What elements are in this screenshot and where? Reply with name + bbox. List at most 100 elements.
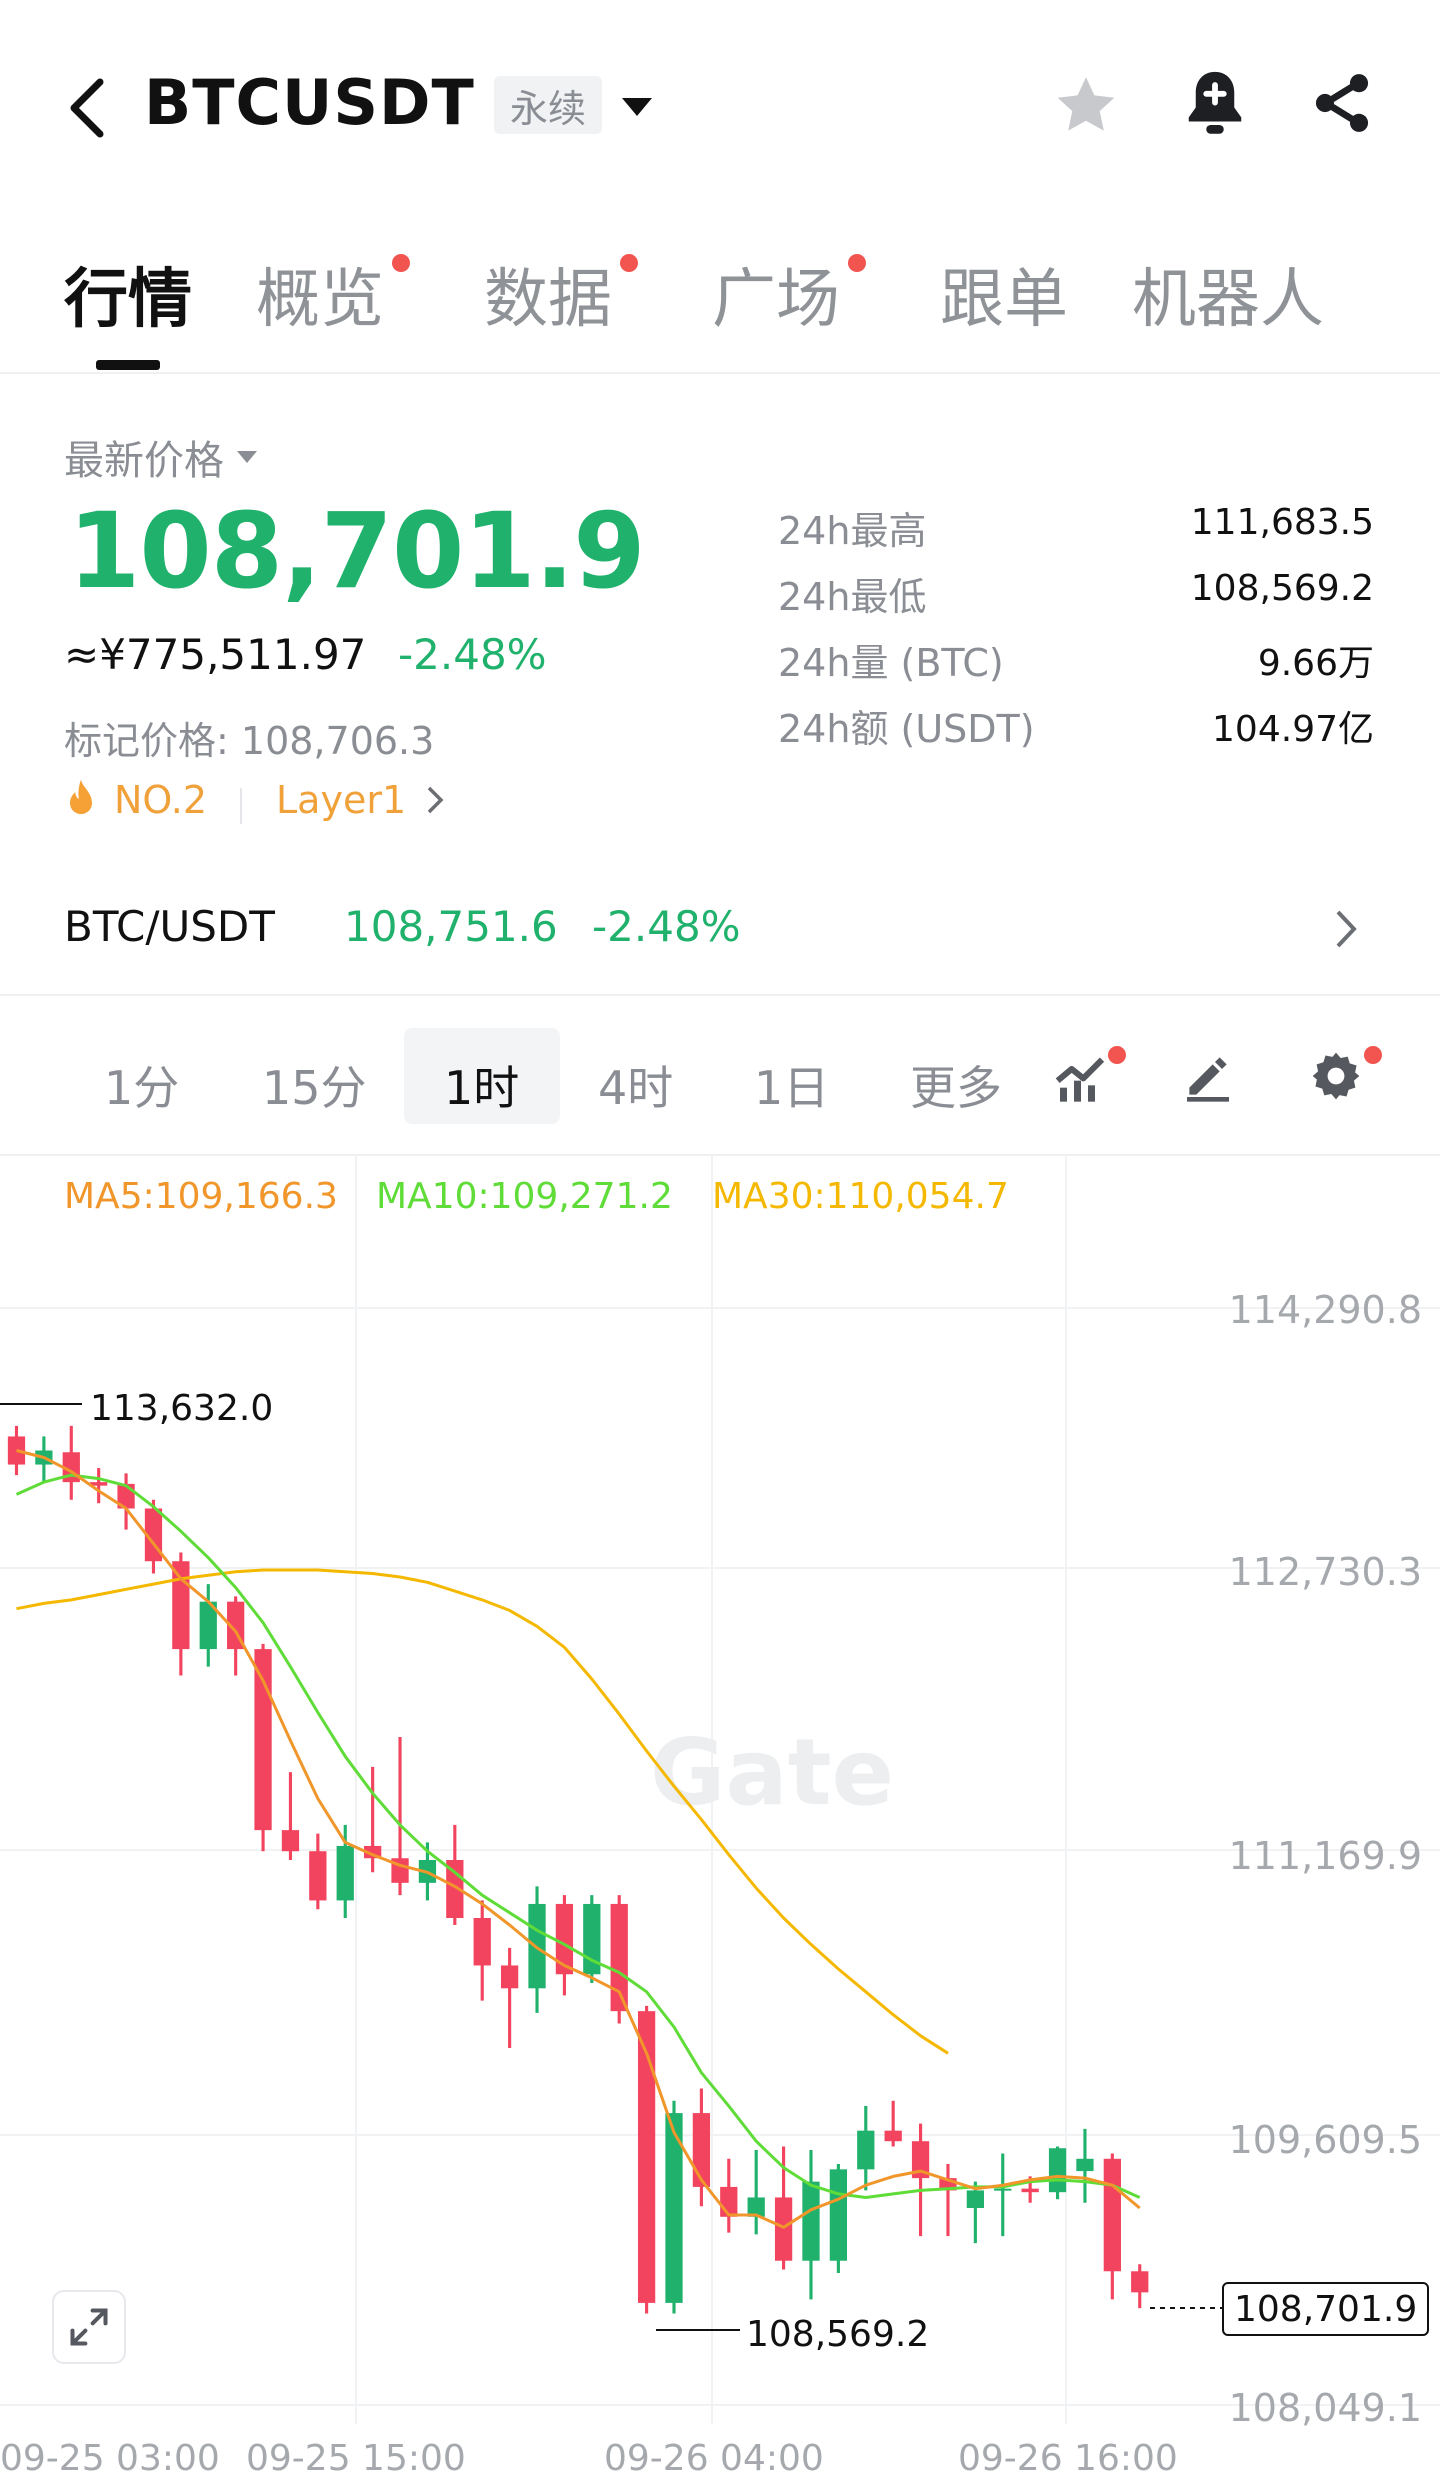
spot-price: 108,751.6: [344, 902, 558, 951]
candle-body: [1048, 2148, 1067, 2193]
mark-price-row: 标记价格: 108,706.3: [64, 710, 434, 765]
stat-24h-low-value: 108,569.2: [1190, 568, 1374, 609]
y-tick-label: 108,049.1: [1228, 2386, 1422, 2430]
stat-24h-turnover-value: 104.97亿: [1212, 709, 1374, 750]
y-tick-label: 109,609.5: [1228, 2118, 1422, 2162]
candle-body: [720, 2186, 738, 2217]
last-price: 108,701.9: [68, 490, 646, 612]
fullscreen-button[interactable]: [52, 2290, 126, 2364]
contract-type-badge[interactable]: 永续: [494, 76, 603, 134]
chevron-right-icon: [1336, 910, 1357, 948]
cny-price: ≈¥775,511.97: [64, 630, 367, 679]
stat-24h-volume-label: 24h量 (BTC): [778, 641, 1004, 685]
tabs-divider: [0, 372, 1440, 374]
price-change: -2.48%: [398, 630, 547, 679]
candle-body: [884, 2130, 902, 2142]
candle-body: [309, 1851, 327, 1901]
spot-pair-label: BTC/USDT: [64, 902, 275, 951]
drawing-tool-button[interactable]: [1180, 1048, 1236, 1108]
mark-price-label: 标记价格:: [64, 719, 229, 763]
tab-label: 广场: [712, 263, 840, 337]
last-price-box-value: 108,701.9: [1234, 2288, 1418, 2330]
candle-body: [336, 1845, 354, 1901]
category-tag[interactable]: Layer1: [276, 778, 444, 822]
notification-dot: [848, 254, 866, 272]
y-tick-label: 114,290.8: [1228, 1288, 1422, 1332]
spot-pair-row[interactable]: BTC/USDT 108,751.6 -2.48%: [0, 880, 1440, 984]
tag-divider: [240, 788, 242, 824]
caret-down-icon: [237, 451, 257, 463]
notification-dot: [392, 254, 410, 272]
candle-body: [857, 2130, 875, 2170]
expand-icon: [70, 2308, 108, 2346]
favorite-star-icon[interactable]: [1050, 70, 1122, 144]
contract-type-label: 永续: [510, 86, 587, 131]
chart-settings-button[interactable]: [1308, 1048, 1364, 1108]
back-button[interactable]: [62, 76, 114, 140]
candle-body: [1076, 2158, 1094, 2172]
tab-label: 数据: [484, 263, 612, 337]
tab-active-indicator: [96, 360, 160, 370]
candle-body: [500, 1965, 519, 1989]
indicators-button[interactable]: [1052, 1048, 1110, 1108]
x-tick-label: 09-26 16:00: [958, 2438, 1178, 2479]
stat-24h-high-value: 111,683.5: [1190, 502, 1374, 543]
candle-body: [281, 1830, 300, 1852]
gear-icon: [1312, 1052, 1360, 1100]
latest-price-label[interactable]: 最新价格: [64, 428, 258, 486]
stat-24h-volume-value: 9.66万: [1257, 643, 1374, 684]
x-tick-label: 09-25 15:00: [246, 2438, 466, 2479]
last-price-box: 108,701.9: [1222, 2282, 1430, 2336]
candle-body: [966, 2190, 984, 2208]
tab-label: 机器人: [1132, 263, 1324, 337]
chevron-right-icon: [427, 786, 444, 814]
interval-1h[interactable]: 1时: [444, 1052, 519, 1118]
stat-24h-turnover-label: 24h额 (USDT): [778, 707, 1035, 751]
tab-label: 概览: [256, 263, 384, 337]
low-marker-label: 108,569.2: [746, 2314, 930, 2355]
candle-body: [1021, 2188, 1039, 2193]
interval-15m[interactable]: 15分: [262, 1052, 367, 1118]
tab-label: 行情: [64, 263, 192, 337]
notification-dot: [1108, 1046, 1126, 1064]
candle-body: [473, 1918, 491, 1966]
interval-1m[interactable]: 1分: [104, 1052, 179, 1118]
interval-more[interactable]: 更多: [910, 1052, 1002, 1118]
interval-1d[interactable]: 1日: [754, 1052, 829, 1118]
candlestick-chart[interactable]: Gate: [0, 1154, 1440, 2444]
share-icon[interactable]: [1308, 68, 1376, 142]
candle-body: [1103, 2158, 1121, 2272]
interval-4h[interactable]: 4时: [598, 1052, 673, 1118]
candle-body: [994, 2188, 1012, 2191]
candle-body: [774, 2197, 793, 2261]
candle-body: [254, 1649, 272, 1831]
section-divider: [0, 994, 1440, 996]
mark-price-value: 108,706.3: [240, 719, 435, 763]
category-label: Layer1: [276, 778, 407, 822]
notification-dot: [620, 254, 638, 272]
contract-dropdown-icon[interactable]: [620, 96, 654, 122]
y-tick-label: 112,730.3: [1228, 1550, 1422, 1594]
stat-24h-low-label: 24h最低: [778, 575, 927, 619]
x-tick-label: 09-25 03:00: [0, 2438, 220, 2479]
pen-icon: [1187, 1057, 1229, 1102]
stat-24h-high-label: 24h最高: [778, 509, 927, 553]
symbol-title: BTCUSDT: [144, 66, 475, 139]
price-alert-bell-icon[interactable]: [1180, 66, 1250, 146]
flame-icon: [70, 779, 92, 815]
rank-tag[interactable]: NO.2: [62, 778, 207, 822]
candle-body: [1131, 2271, 1149, 2293]
candle-body: [692, 2113, 711, 2187]
candle-body: [555, 1903, 574, 1975]
high-marker-label: 113,632.0: [90, 1388, 274, 1429]
candle-body: [829, 2169, 848, 2261]
rank-label: NO.2: [114, 778, 208, 822]
x-tick-label: 09-26 04:00: [604, 2438, 824, 2479]
spot-change: -2.48%: [592, 902, 741, 951]
watermark-text: Gate: [650, 1719, 894, 1826]
notification-dot: [1364, 1046, 1382, 1064]
tab-label: 跟单: [940, 263, 1068, 337]
candle-body: [172, 1561, 190, 1650]
candle-body: [802, 2181, 820, 2261]
indicator-chart-icon: [1055, 1057, 1105, 1102]
